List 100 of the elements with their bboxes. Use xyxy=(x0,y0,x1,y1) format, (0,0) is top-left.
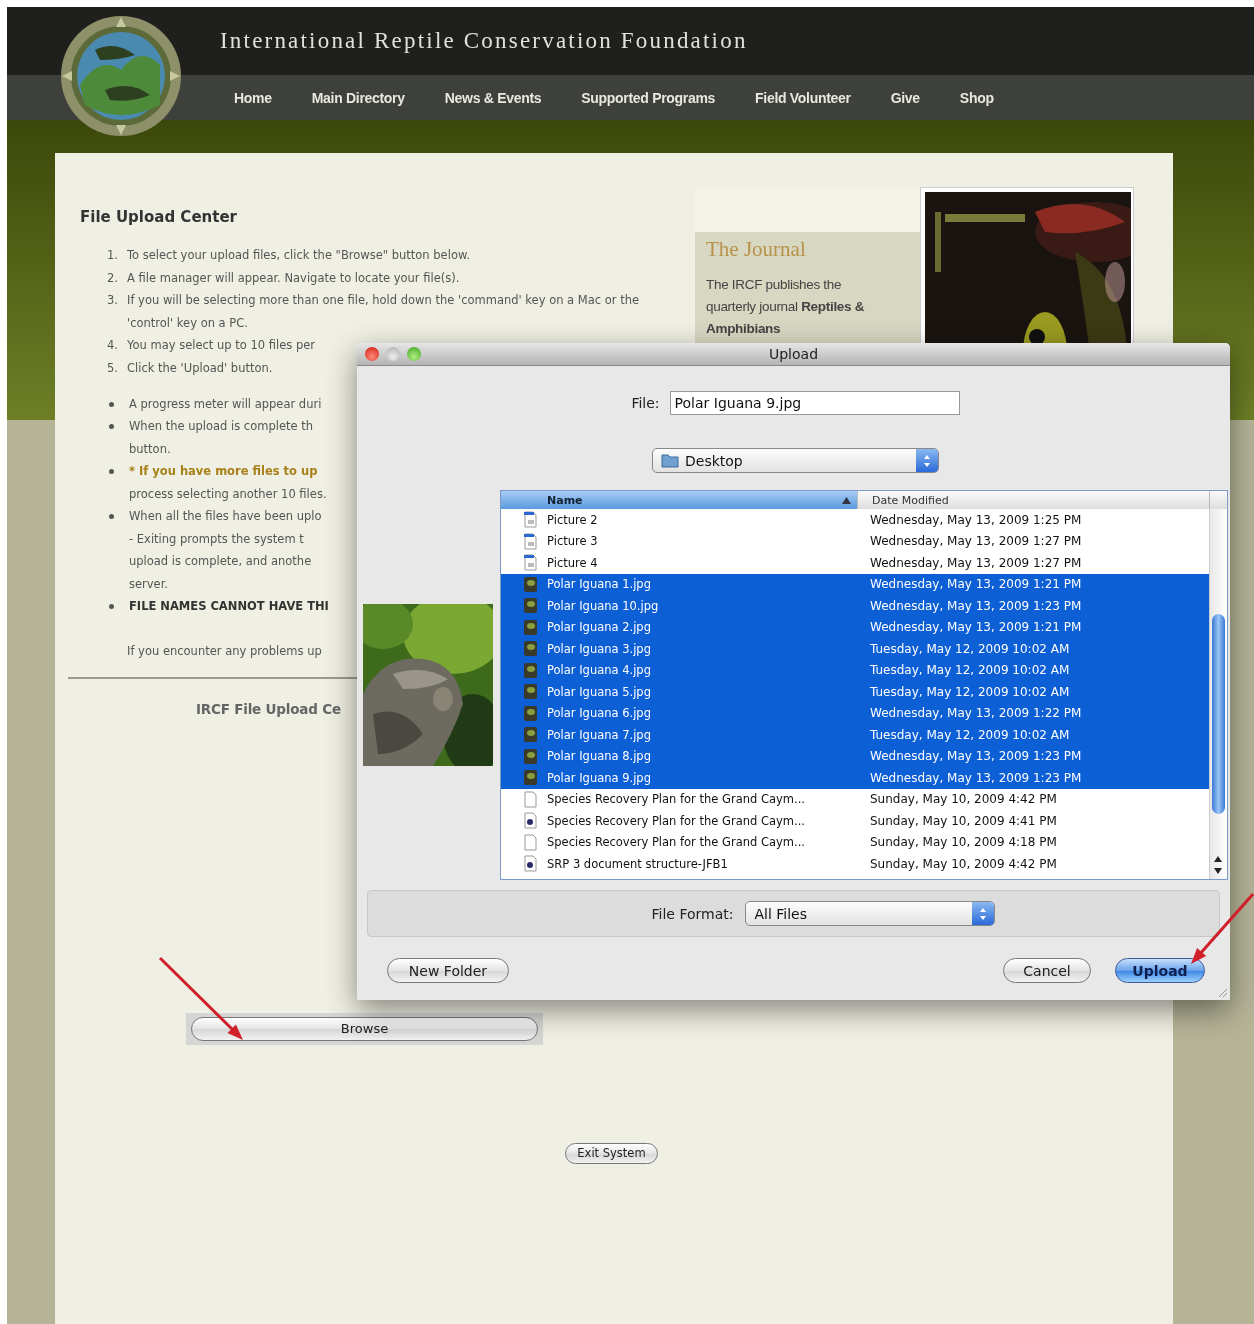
nav-link[interactable]: Give xyxy=(890,89,920,106)
dialog-button[interactable]: New Folder xyxy=(387,958,509,983)
image-file-icon xyxy=(523,575,538,593)
image-file-icon xyxy=(523,747,538,765)
file-row[interactable]: Polar Iguana 2.jpg Wednesday, May 13, 2009 1:21 PM xyxy=(501,616,1209,638)
file-name: Polar Iguana 4.jpg xyxy=(547,663,651,678)
logo-icon xyxy=(60,15,182,137)
file-row[interactable]: Polar Iguana 10.jpg Wednesday, May 13, 2009 1:23 PM xyxy=(501,595,1209,617)
file-date: Wednesday, May 13, 2009 1:22 PM xyxy=(870,706,1082,721)
step-number: 4. xyxy=(107,337,119,354)
step-text: A file manager will appear. Navigate to locate your file(s). xyxy=(127,269,460,287)
file-name: Picture 3 xyxy=(547,534,598,549)
help-text: If you encounter any problems up xyxy=(127,643,322,660)
file-row[interactable]: Polar Iguana 7.jpg Tuesday, May 12, 2009 10:02 AM xyxy=(501,724,1209,746)
dialog-title: Upload xyxy=(768,346,819,362)
format-dropdown[interactable]: All Files xyxy=(745,901,996,926)
close-button[interactable] xyxy=(365,347,379,361)
file-date: Wednesday, May 13, 2009 1:21 PM xyxy=(870,577,1082,592)
note-text: * If you have more files to up xyxy=(129,463,318,480)
file-row[interactable]: Polar Iguana 8.jpg Wednesday, May 13, 2009 1:23 PM xyxy=(501,745,1209,767)
blank-file-icon xyxy=(523,790,538,808)
step-number: 1. xyxy=(107,247,119,264)
file-date: Wednesday, May 13, 2009 1:21 PM xyxy=(870,620,1082,635)
image-file-icon xyxy=(523,704,538,722)
zoom-button[interactable] xyxy=(407,347,421,361)
file-row[interactable]: Polar Iguana 9.jpg Wednesday, May 13, 2009 1:23 PM xyxy=(501,767,1209,789)
file-name: Species Recovery Plan for the Grand Caym... xyxy=(547,792,805,807)
file-name: Species Recovery Plan for the Grand Caym... xyxy=(547,835,805,850)
file-row[interactable]: Polar Iguana 1.jpg Wednesday, May 13, 2009 1:21 PM xyxy=(501,573,1209,595)
file-name: Polar Iguana 10.jpg xyxy=(547,598,659,613)
location-dropdown[interactable]: Desktop xyxy=(652,448,939,473)
file-row[interactable]: SRP 3 document structure-JFB1 Sunday, May 10, 2009 4:42 PM xyxy=(501,853,1209,875)
format-label: File Format: xyxy=(651,905,734,922)
note-text: When all the files have been uplo xyxy=(129,508,322,525)
step-number: 3. xyxy=(107,292,119,309)
step-text: You may select up to 10 files per xyxy=(127,337,315,354)
file-date: Tuesday, May 12, 2009 10:02 AM xyxy=(870,727,1070,742)
file-row[interactable]: Picture 3 Wednesday, May 13, 2009 1:27 PM xyxy=(501,530,1209,552)
file-date: Wednesday, May 13, 2009 1:27 PM xyxy=(870,555,1082,570)
note-text: button. xyxy=(129,440,171,458)
sort-arrow-icon xyxy=(842,496,851,504)
nav-link[interactable]: News & Events xyxy=(444,89,542,106)
nav-link[interactable]: Home xyxy=(234,89,272,106)
image-file-icon xyxy=(523,661,538,679)
file-name: Polar Iguana 8.jpg xyxy=(547,749,651,764)
document-file-icon xyxy=(523,812,538,830)
file-date: Wednesday, May 13, 2009 1:27 PM xyxy=(870,534,1082,549)
bullet-icon xyxy=(109,514,114,519)
file-date: Tuesday, May 12, 2009 10:02 AM xyxy=(870,641,1070,656)
file-date: Wednesday, May 13, 2009 1:23 PM xyxy=(870,598,1082,613)
page-heading: File Upload Center xyxy=(80,207,237,227)
file-row[interactable]: Species Recovery Plan for the Grand Caym... Sunday, May 10, 2009 4:42 PM xyxy=(501,788,1209,810)
file-row[interactable]: Species Recovery Plan for the Grand Caym... Sunday, May 10, 2009 4:18 PM xyxy=(501,831,1209,853)
file-row[interactable]: Species Recovery Plan for the Grand Caym... Sunday, May 10, 2009 4:41 PM xyxy=(501,810,1209,832)
file-name: Polar Iguana 2.jpg xyxy=(547,620,651,635)
screenshot-file-icon xyxy=(523,554,538,572)
file-name-field[interactable]: Polar Iguana 9.jpg xyxy=(669,391,960,415)
step-number: 5. xyxy=(107,359,119,377)
dialog-button[interactable]: Cancel xyxy=(1003,958,1091,983)
file-name: Picture 2 xyxy=(547,512,598,527)
image-file-icon xyxy=(523,640,538,658)
image-file-icon xyxy=(523,618,538,636)
nav-link[interactable]: Main Directory xyxy=(311,89,405,106)
default-button[interactable]: Upload xyxy=(1115,958,1205,983)
file-row[interactable]: Picture 2 Wednesday, May 13, 2009 1:25 PM xyxy=(501,509,1209,531)
folder-icon xyxy=(661,453,679,468)
step-text: If you will be selecting more than one file, hold down the 'command' key on a Mac or the 'control' key on a PC. xyxy=(127,292,641,332)
file-name: Picture 4 xyxy=(547,555,598,570)
note-text: A progress meter will appear duri xyxy=(129,395,322,413)
bullet-icon xyxy=(109,401,114,407)
file-name: Polar Iguana 1.jpg xyxy=(547,577,651,592)
file-row[interactable]: Polar Iguana 3.jpg Tuesday, May 12, 2009 10:02 AM xyxy=(501,638,1209,660)
file-row[interactable]: Polar Iguana 5.jpg Tuesday, May 12, 2009 10:02 AM xyxy=(501,681,1209,703)
file-name: Polar Iguana 6.jpg xyxy=(547,706,651,721)
step-number: 2. xyxy=(107,269,119,287)
file-row[interactable]: Polar Iguana 4.jpg Tuesday, May 12, 2009 10:02 AM xyxy=(501,659,1209,681)
browse-button[interactable]: Browse xyxy=(191,1016,538,1041)
column-header[interactable]: Name xyxy=(501,491,858,509)
bullet-icon xyxy=(109,424,114,429)
file-label: File: xyxy=(631,395,660,411)
note-text: - Exiting prompts the system t xyxy=(129,530,304,548)
file-name: Polar Iguana 7.jpg xyxy=(547,727,651,742)
exit-button[interactable]: Exit System xyxy=(565,1142,658,1164)
note-text: server. xyxy=(129,575,168,593)
nav-link[interactable]: Supported Programs xyxy=(581,89,716,106)
file-date: Sunday, May 10, 2009 4:41 PM xyxy=(870,813,1057,828)
file-row[interactable]: Picture 4 Wednesday, May 13, 2009 1:27 PM xyxy=(501,552,1209,574)
scrollbar[interactable] xyxy=(1209,509,1227,879)
step-text: Click the 'Upload' button. xyxy=(127,359,273,377)
journal-title: The Journal xyxy=(706,237,807,262)
stepper-icon xyxy=(972,902,995,925)
file-date: Wednesday, May 13, 2009 1:25 PM xyxy=(870,512,1082,527)
resize-grip-icon xyxy=(1218,988,1228,998)
column-header[interactable]: Date Modified xyxy=(858,491,1210,509)
bullet-icon xyxy=(109,469,114,474)
nav-link[interactable]: Field Volunteer xyxy=(755,89,851,106)
file-row[interactable]: Polar Iguana 6.jpg Wednesday, May 13, 2009 1:22 PM xyxy=(501,702,1209,724)
screenshot-file-icon xyxy=(523,532,538,550)
blank-file-icon xyxy=(523,833,538,851)
nav-link[interactable]: Shop xyxy=(959,89,994,106)
